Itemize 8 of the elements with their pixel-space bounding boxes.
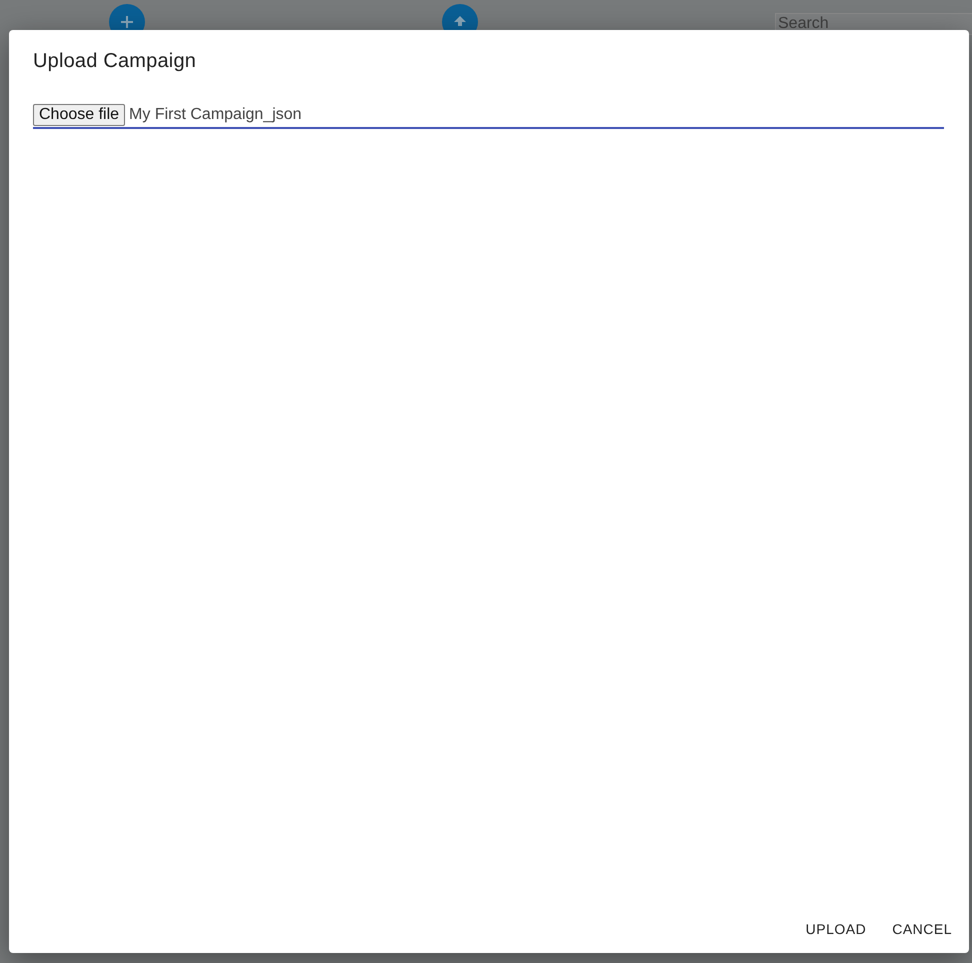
cancel-button[interactable]: CANCEL: [883, 913, 961, 945]
file-name: My First Campaign_json: [129, 106, 302, 124]
choose-file-button[interactable]: Choose file: [33, 104, 126, 126]
upload-icon: [453, 15, 467, 29]
plus-icon: [120, 15, 134, 29]
upload-button[interactable]: UPLOAD: [796, 913, 876, 945]
file-input[interactable]: Choose file My First Campaign_json: [33, 104, 944, 129]
dialog-title: Upload Campaign: [33, 50, 196, 73]
